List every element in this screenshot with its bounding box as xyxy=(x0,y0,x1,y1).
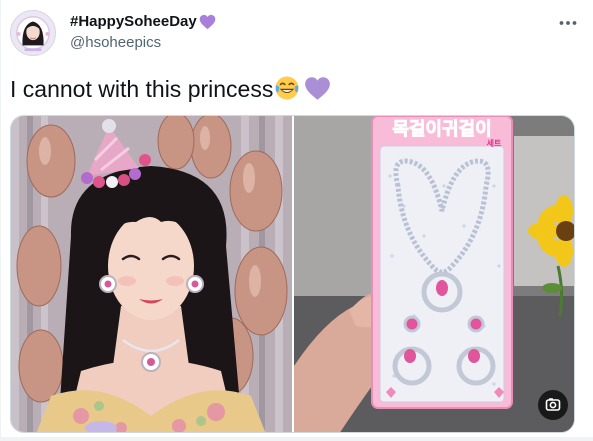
purple-heart-icon xyxy=(199,14,216,30)
frame-left-border xyxy=(0,0,1,441)
frame-bottom-border xyxy=(0,437,593,441)
user-handle[interactable]: @hsoheepics xyxy=(70,34,161,52)
image-view-button[interactable] xyxy=(538,390,568,420)
photo-right[interactable]: 목걸이귀걸이 세트 xyxy=(294,116,574,432)
tweet-text: I cannot with this princess xyxy=(10,75,331,103)
tweet-media-grid: 목걸이귀걸이 세트 xyxy=(10,115,575,433)
avatar[interactable] xyxy=(10,10,56,56)
package-subtitle: 세트 xyxy=(487,138,502,148)
more-options-icon xyxy=(559,21,577,25)
more-options-button[interactable] xyxy=(557,12,579,34)
portrait-photo xyxy=(11,116,292,432)
tweet-text-body: I cannot with this princess xyxy=(10,76,274,102)
display-name[interactable]: #HappySoheeDay xyxy=(70,13,197,31)
jewelry-package xyxy=(371,116,513,409)
image-view-icon xyxy=(545,398,561,411)
jewelry-set-photo: 목걸이귀걸이 세트 xyxy=(294,116,574,432)
purple-heart-emoji xyxy=(305,77,331,100)
photo-left[interactable] xyxy=(11,116,292,432)
package-title: 목걸이귀걸이 xyxy=(392,118,491,140)
avatar-image xyxy=(11,11,55,55)
tears-of-joy-emoji xyxy=(275,76,299,100)
